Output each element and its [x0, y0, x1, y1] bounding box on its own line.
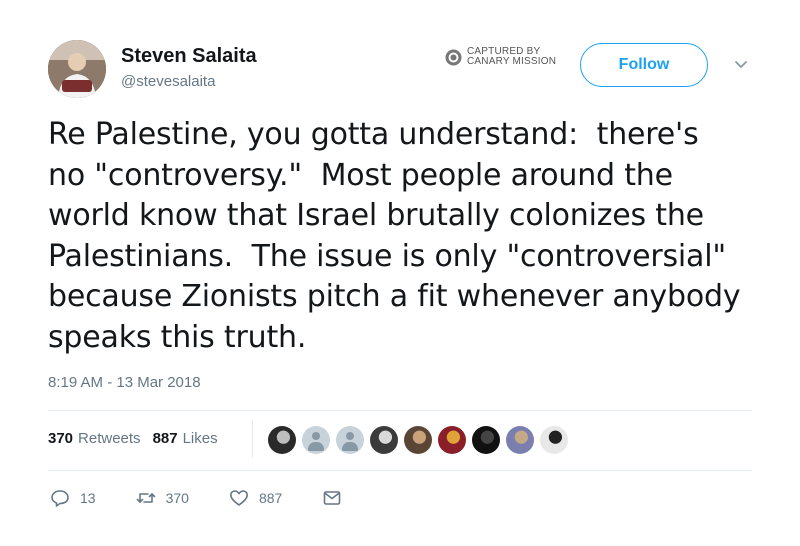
- retweet-icon: [136, 493, 155, 503]
- divider: [48, 470, 752, 471]
- tweet-text-line: no "controversy." Most people around the: [48, 157, 673, 193]
- liker-avatar[interactable]: [540, 426, 568, 454]
- divider: [48, 410, 752, 411]
- avatar[interactable]: [48, 40, 106, 98]
- liker-avatar[interactable]: [302, 426, 330, 454]
- chevron-down-icon[interactable]: [734, 60, 748, 70]
- tweet-timestamp[interactable]: 8:19 AM - 13 Mar 2018: [48, 374, 201, 391]
- retweet-action[interactable]: 370: [136, 488, 189, 508]
- liker-avatar[interactable]: [268, 426, 296, 454]
- liker-avatar[interactable]: [472, 426, 500, 454]
- retweets-stat[interactable]: 370 Retweets: [48, 430, 141, 447]
- likes-label: Likes: [182, 430, 218, 447]
- liker-avatars: [268, 426, 574, 454]
- likes-count: 887: [152, 430, 178, 447]
- liker-avatar[interactable]: [370, 426, 398, 454]
- tweet-text-line: speaks this truth.: [48, 319, 307, 355]
- tweet-text-line: world know that Israel brutally colonize…: [48, 198, 704, 233]
- reply-action[interactable]: 13: [50, 488, 96, 508]
- tweet-text-line: because Zionists pitch a fit whenever an…: [48, 279, 741, 314]
- retweets-label: Retweets: [78, 430, 141, 447]
- like-action[interactable]: 887: [229, 488, 282, 508]
- liker-avatar[interactable]: [336, 426, 364, 454]
- heart-icon: [229, 490, 248, 506]
- canary-logo-icon: [445, 49, 462, 65]
- envelope-icon: [323, 491, 341, 505]
- author-handle[interactable]: @stevesalaita: [121, 73, 215, 90]
- watermark-line-2: CANARY MISSION: [467, 56, 557, 67]
- tweet-text-line: Palestinians. The issue is only "controv…: [48, 238, 726, 274]
- retweet-count: 370: [165, 490, 189, 506]
- reply-icon: [51, 490, 69, 507]
- liker-avatar[interactable]: [438, 426, 466, 454]
- tweet-actions: 13 370 887: [50, 488, 392, 508]
- stats-separator: [252, 420, 253, 458]
- engagement-stats: 370 Retweets 887 Likes: [48, 430, 230, 447]
- author-display-name[interactable]: Steven Salaita: [121, 45, 257, 68]
- like-count: 887: [258, 490, 283, 506]
- likes-stat[interactable]: 887 Likes: [153, 430, 218, 447]
- follow-button[interactable]: Follow: [580, 43, 708, 87]
- direct-message-action[interactable]: [322, 488, 352, 508]
- tweet-text-line: Re Palestine, you gotta understand: ther…: [48, 117, 699, 152]
- watermark-captured-by: CAPTURED BY CANARY MISSION: [445, 47, 556, 67]
- reply-count: 13: [80, 490, 96, 506]
- tweet-text: Re Palestine, you gotta understand: ther…: [48, 115, 788, 358]
- retweets-count: 370: [48, 430, 74, 447]
- liker-avatar[interactable]: [404, 426, 432, 454]
- tweet-card: Steven Salaita @stevesalaita CAPTURED BY…: [0, 0, 800, 546]
- liker-avatar[interactable]: [506, 426, 534, 454]
